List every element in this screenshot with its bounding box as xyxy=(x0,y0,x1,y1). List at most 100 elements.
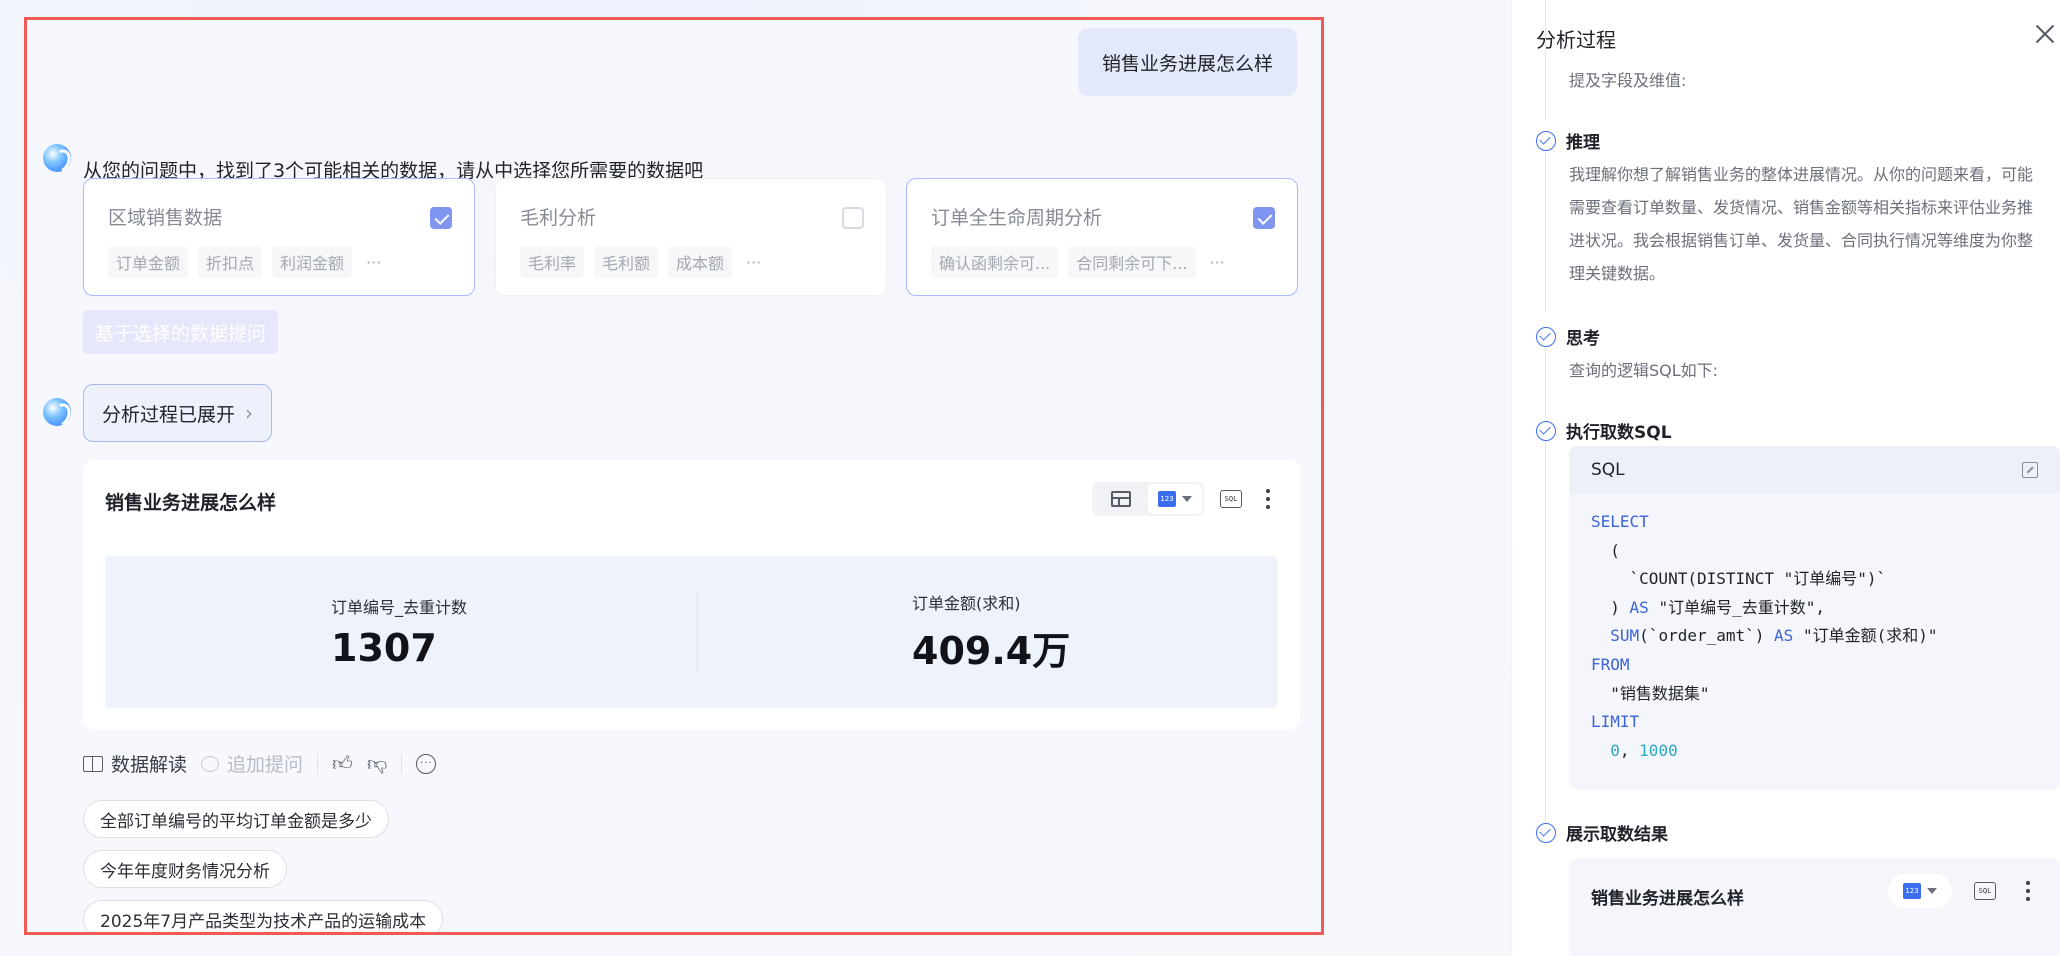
sql-icon[interactable]: SQL xyxy=(1974,882,1996,900)
ask-with-selected-data-button[interactable]: 基于选择的数据提问 xyxy=(83,310,279,354)
sql-number: 1000 xyxy=(1639,740,1678,760)
chart-type-dropdown[interactable]: 123 xyxy=(1888,874,1952,908)
divider xyxy=(401,753,403,774)
message-actions: 数据解读 追加提问 👍︎ 👎︎ ··· xyxy=(83,750,437,777)
more-vertical-icon[interactable] xyxy=(2018,879,2038,903)
kpi-value: 409.4万 xyxy=(912,628,1071,673)
dataset-card-order-lifecycle[interactable]: 订单全生命周期分析 确认函剩余可... 合同剩余可下... ··· xyxy=(906,178,1298,296)
kpi-panel: 订单编号_去重计数 1307 订单金额(求和) 409.4万 xyxy=(105,556,1278,708)
analysis-toggle-label: 分析过程已展开 xyxy=(102,403,236,426)
check-circle-icon xyxy=(1536,822,1556,843)
more-fields-ellipsis[interactable]: ··· xyxy=(742,253,765,272)
dataset-checkbox[interactable] xyxy=(1253,207,1275,229)
check-circle-icon xyxy=(1536,420,1556,441)
sql-line: "销售数据集" xyxy=(1591,683,1710,703)
field-hint-text: 提及字段及维值: xyxy=(1569,71,1687,90)
table-icon xyxy=(1111,491,1131,507)
result-preview-toolbar: 123 SQL xyxy=(1888,874,2038,908)
kpi-order-amount: 订单金额(求和) 409.4万 xyxy=(697,592,1278,673)
divider xyxy=(317,753,319,774)
kpi-order-count: 订单编号_去重计数 1307 xyxy=(105,556,697,708)
panel-title: 分析过程 xyxy=(1536,28,1616,52)
sql-number: 0 xyxy=(1610,740,1620,760)
user-question-bubble: 销售业务进展怎么样 xyxy=(1077,28,1297,96)
step-label: 思考 xyxy=(1566,329,1600,349)
sql-keyword: SELECT xyxy=(1591,512,1649,531)
kpi-value: 1307 xyxy=(331,626,437,670)
sql-line: "订单编号_去重计数", xyxy=(1658,597,1825,617)
interpret-label: 数据解读 xyxy=(111,754,188,776)
dataset-title: 区域销售数据 xyxy=(108,207,223,229)
field-tag: 订单金额 xyxy=(108,246,189,278)
dataset-title: 订单全生命周期分析 xyxy=(931,207,1103,229)
field-tag: 利润金额 xyxy=(272,246,353,278)
sql-code: SELECT ( `COUNT(DISTINCT "订单编号")` ) AS "… xyxy=(1591,512,1938,760)
view-switcher: 123 xyxy=(1092,482,1204,516)
table-view-button[interactable] xyxy=(1094,484,1148,514)
timeline-line xyxy=(1545,152,1546,312)
sql-keyword: AS xyxy=(1629,597,1649,617)
sql-function: SUM xyxy=(1610,626,1640,646)
chevron-down-icon xyxy=(1182,496,1192,502)
dataset-checkbox[interactable] xyxy=(842,207,864,229)
sql-line: `COUNT(DISTINCT "订单编号")` xyxy=(1591,569,1887,589)
number-card-icon: 123 xyxy=(1158,491,1176,507)
assistant-logo-icon xyxy=(43,398,71,426)
thumbs-down-icon[interactable]: 👎︎ xyxy=(367,751,387,776)
sql-line: ( xyxy=(1591,540,1620,560)
suggestion-chip[interactable]: 2025年7月产品类型为技术产品的运输成本 xyxy=(83,900,444,932)
suggestion-chip[interactable]: 全部订单编号的平均订单金额是多少 xyxy=(83,800,389,838)
chart-type-dropdown[interactable]: 123 xyxy=(1148,484,1202,514)
field-tag: 确认函剩余可... xyxy=(931,246,1059,278)
field-tag: 毛利额 xyxy=(594,246,659,278)
sql-icon[interactable]: SQL xyxy=(1220,490,1242,508)
dataset-checkbox[interactable] xyxy=(430,207,452,229)
expand-icon[interactable] xyxy=(2022,462,2038,478)
more-options-icon[interactable]: ··· xyxy=(416,753,437,774)
book-icon xyxy=(83,755,103,772)
more-fields-ellipsis[interactable]: ··· xyxy=(1206,253,1229,272)
step-show-result: 展示取数结果 xyxy=(1536,820,1668,845)
assistant-logo-icon xyxy=(43,144,71,172)
sql-keyword: FROM xyxy=(1591,654,1630,674)
step-exec-sql: 执行取数SQL xyxy=(1536,418,1672,443)
number-card-icon: 123 xyxy=(1903,883,1921,899)
result-preview-title: 销售业务进展怎么样 xyxy=(1591,889,1744,909)
sql-keyword: LIMIT xyxy=(1591,712,1640,732)
step-reasoning: 推理 xyxy=(1536,128,1600,153)
suggestion-chip[interactable]: 今年年度财务情况分析 xyxy=(83,850,287,888)
dataset-card-regional-sales[interactable]: 区域销售数据 订单金额 折扣点 利润金额 ··· xyxy=(83,178,475,296)
reasoning-text: 我理解你想了解销售业务的整体进展情况。从你的问题来看，可能需要查看订单数量、发货… xyxy=(1569,165,2034,283)
result-preview-card: 销售业务进展怎么样 123 SQL xyxy=(1569,858,2060,956)
sql-line: (`order_amt`) xyxy=(1639,626,1775,646)
result-toolbar: 123 SQL xyxy=(1092,482,1278,516)
chat-conversation-highlight: 销售业务进展怎么样 从您的问题中，找到了3个可能相关的数据，请从中选择您所需要的… xyxy=(24,17,1324,935)
kpi-label: 订单编号_去重计数 xyxy=(331,598,468,617)
check-circle-icon xyxy=(1536,130,1556,151)
timeline-line xyxy=(1545,348,1546,418)
field-tag: 毛利率 xyxy=(520,246,585,278)
sql-keyword: AS xyxy=(1774,626,1794,646)
follow-up-button[interactable]: 追加提问 xyxy=(201,750,303,777)
data-interpretation-button[interactable]: 数据解读 xyxy=(83,750,187,777)
timeline-line xyxy=(1545,0,1546,120)
more-vertical-icon[interactable] xyxy=(1258,487,1278,511)
timeline-line xyxy=(1545,442,1546,822)
step-label: 展示取数结果 xyxy=(1566,825,1668,845)
dataset-card-gross-profit[interactable]: 毛利分析 毛利率 毛利额 成本额 ··· xyxy=(495,178,887,296)
chevron-down-icon xyxy=(1927,888,1937,894)
thinking-text: 查询的逻辑SQL如下: xyxy=(1569,361,1719,380)
follow-up-label: 追加提问 xyxy=(227,754,304,776)
sql-code-block: SQL SELECT ( `COUNT(DISTINCT "订单编号")` ) … xyxy=(1569,446,2060,790)
dataset-title: 毛利分析 xyxy=(520,207,597,229)
step-label: 推理 xyxy=(1566,133,1600,153)
chevron-right-icon: › xyxy=(245,401,254,425)
thumbs-up-icon[interactable]: 👍︎ xyxy=(332,751,353,776)
analysis-process-panel: 分析过程 提及字段及维值: 推理 我理解你想了解销售业务的整体进展情况。从你的问… xyxy=(1512,0,2060,956)
more-fields-ellipsis[interactable]: ··· xyxy=(362,253,385,272)
chat-bubble-icon xyxy=(201,755,220,772)
sql-block-header: SQL xyxy=(1591,460,1625,480)
check-circle-icon xyxy=(1536,326,1556,347)
analysis-process-toggle[interactable]: 分析过程已展开 › xyxy=(83,384,273,442)
close-icon[interactable] xyxy=(2034,22,2056,44)
